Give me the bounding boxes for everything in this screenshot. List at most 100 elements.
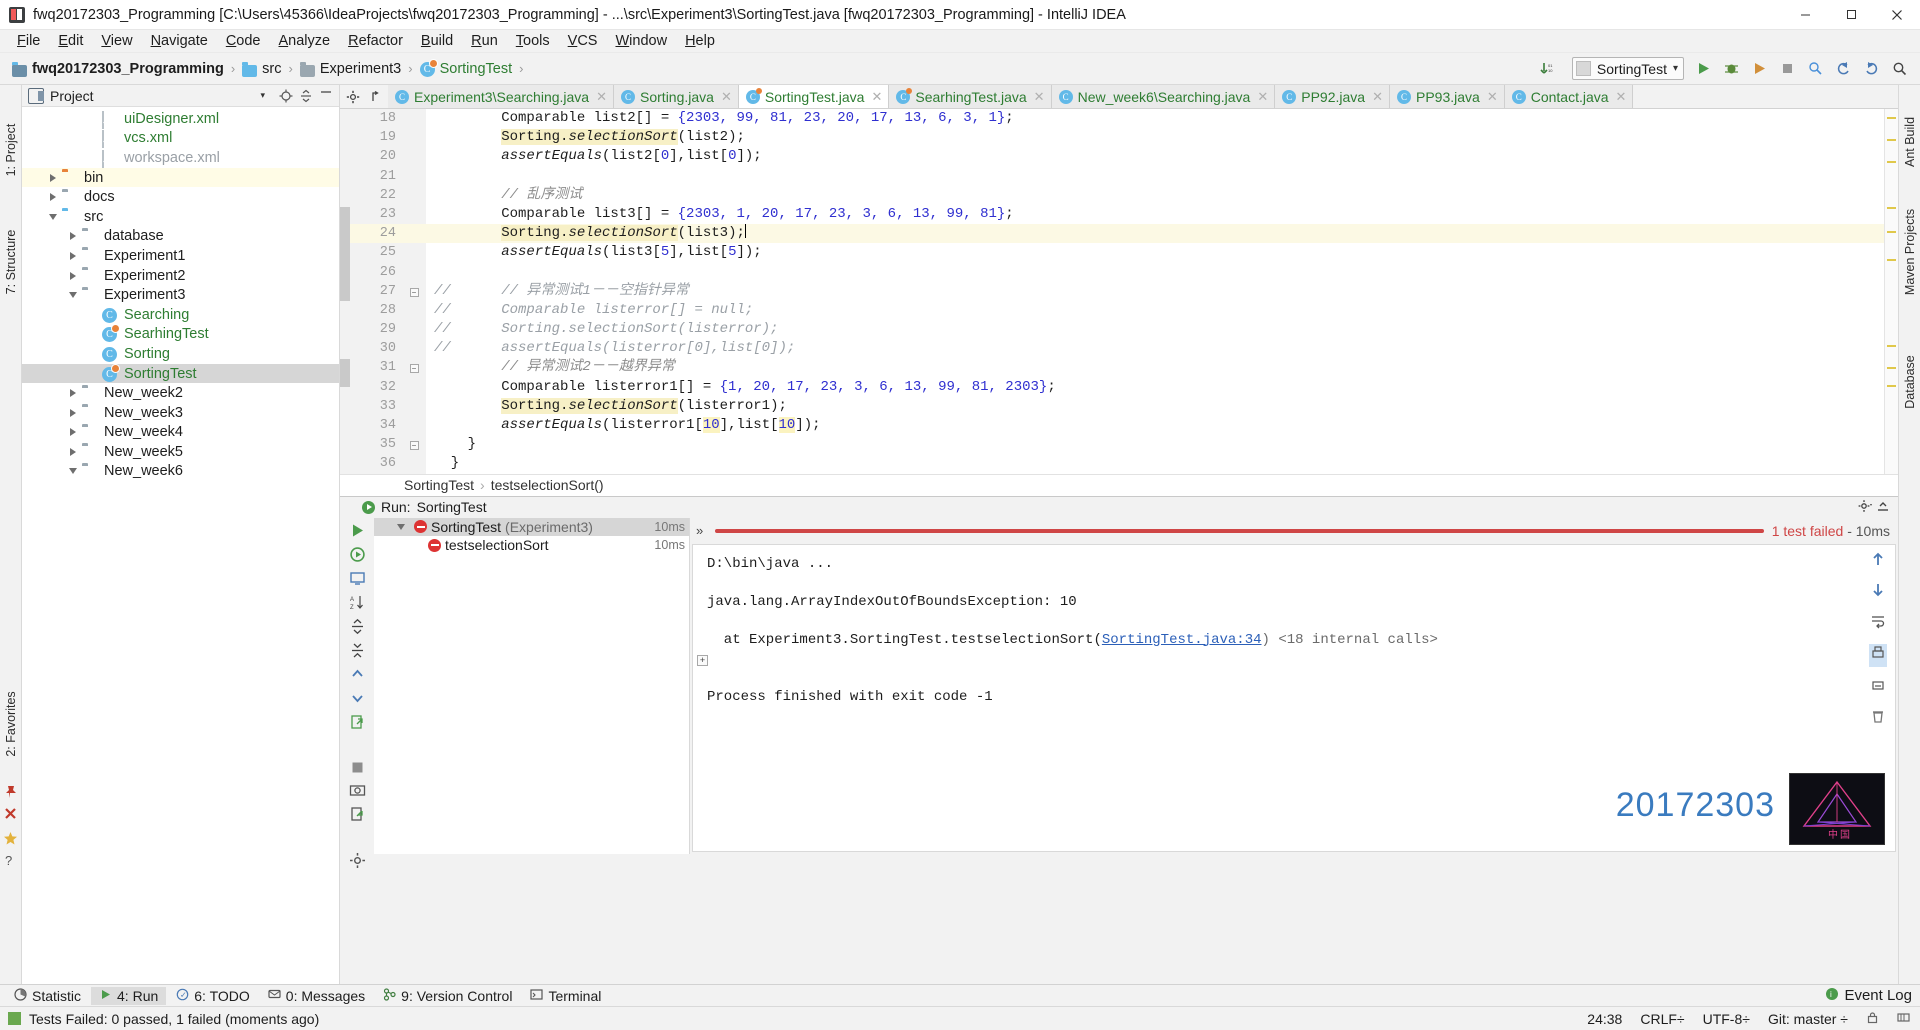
search-everywhere-icon[interactable] (1886, 56, 1912, 82)
tool-strip-favorites[interactable]: 2: Favorites (4, 691, 18, 756)
maximize-button[interactable] (1828, 0, 1874, 30)
editor-breadcrumb[interactable]: SortingTest › testselectionSort() (340, 473, 1898, 496)
code-line[interactable]: // assertEquals(listerror[0],list[0]); (426, 339, 1884, 358)
menu-item-view[interactable]: View (92, 31, 141, 51)
close-x-icon[interactable] (4, 807, 17, 824)
minimize-button[interactable] (1782, 0, 1828, 30)
tree-item-experiment3[interactable]: Experiment3 (22, 285, 339, 305)
menu-item-analyze[interactable]: Analyze (270, 31, 340, 51)
chevron-right-icon[interactable] (44, 193, 62, 202)
tree-item-new-week3[interactable]: New_week3 (22, 403, 339, 423)
code-line[interactable]: Sorting.selectionSort(list3); (426, 224, 1884, 244)
editor-tab-contact-java[interactable]: C Contact.java ✕ (1504, 85, 1634, 108)
editor-tab-sortingtest-java[interactable]: C SortingTest.java ✕ (738, 85, 890, 108)
git-branch[interactable]: Git: master ÷ (1768, 1011, 1848, 1027)
close-tab-icon[interactable]: ✕ (871, 89, 882, 105)
event-log-label[interactable]: Event Log (1844, 987, 1912, 1004)
breadcrumb-item-2[interactable]: Experiment3 (298, 60, 403, 78)
tree-item-vcs-xml[interactable]: vcs.xml (22, 129, 339, 149)
fold-region-toggle[interactable]: − (402, 435, 426, 454)
breadcrumb-class[interactable]: SortingTest (404, 477, 474, 493)
tool-window-button-6--todo[interactable]: ✓ 6: TODO (168, 987, 258, 1005)
code-line[interactable]: Sorting.selectionSort(list2); (426, 128, 1884, 147)
next-failed-test-icon[interactable] (346, 690, 368, 707)
editor-code[interactable]: Comparable list2[] = {2303, 99, 81, 23, … (426, 109, 1884, 474)
close-tab-icon[interactable]: ✕ (721, 89, 732, 105)
editor-tab-pp92-java[interactable]: C PP92.java ✕ (1275, 85, 1390, 108)
breadcrumb-item-0[interactable]: fwq20172303_Programming (10, 60, 226, 78)
inspect-code-button[interactable] (1802, 56, 1828, 82)
close-tab-icon[interactable]: ✕ (1616, 89, 1627, 105)
tree-item-new-week4[interactable]: New_week4 (22, 423, 339, 443)
chevron-down-icon[interactable] (44, 213, 62, 220)
editor-tab-sorting-java[interactable]: C Sorting.java ✕ (614, 85, 739, 108)
chevron-right-icon[interactable] (64, 389, 82, 398)
menu-item-edit[interactable]: Edit (49, 31, 92, 51)
soft-wrap-icon[interactable] (1870, 613, 1886, 634)
collapse-all-icon[interactable] (346, 642, 368, 659)
code-line[interactable]: // 乱序测试 (426, 186, 1884, 205)
breadcrumb-item-3[interactable]: C SortingTest (418, 60, 515, 78)
toggle-auto-test-icon[interactable] (346, 570, 368, 587)
star-icon[interactable] (3, 831, 18, 850)
editor-tab-new-week6-searching-java[interactable]: C New_week6\Searching.java ✕ (1051, 85, 1276, 108)
editor-tab-pp93-java[interactable]: C PP93.java ✕ (1389, 85, 1505, 108)
code-line[interactable]: assertEquals(list3[5],list[5]); (426, 243, 1884, 262)
tool-window-button-4--run[interactable]: 4: Run (91, 986, 167, 1005)
tool-strip-project[interactable]: 1: Project (4, 124, 18, 177)
tree-item-searhingtest[interactable]: C SearhingTest (22, 325, 339, 345)
close-tab-icon[interactable]: ✕ (1487, 89, 1498, 105)
forward-button[interactable] (1858, 56, 1884, 82)
code-line[interactable]: Comparable list2[] = {2303, 99, 81, 23, … (426, 109, 1884, 128)
editor-tab-searhingtest-java[interactable]: C SearhingTest.java ✕ (889, 85, 1052, 108)
collapse-all-icon[interactable] (297, 87, 315, 105)
gear-icon[interactable] (343, 87, 363, 107)
settings-gear-icon[interactable] (1858, 499, 1872, 516)
tree-item-bin[interactable]: bin (22, 167, 339, 188)
tree-item-database[interactable]: database (22, 227, 339, 247)
menu-item-window[interactable]: Window (606, 31, 676, 51)
code-line[interactable]: assertEquals(listerror1[10],list[10]); (426, 416, 1884, 435)
code-line[interactable]: Comparable listerror1[] = {1, 20, 17, 23… (426, 378, 1884, 397)
camera-icon[interactable] (346, 782, 368, 799)
code-line[interactable] (426, 263, 1884, 282)
code-line[interactable]: // // 异常测试1－－空指针异常 (426, 282, 1884, 301)
sort-alphabetically-icon[interactable]: AZ (346, 594, 368, 611)
code-line[interactable]: } (426, 435, 1884, 454)
chevron-down-icon[interactable]: ▾ (250, 90, 275, 101)
fold-region-toggle[interactable]: − (402, 282, 426, 301)
hide-panel-icon[interactable] (1876, 499, 1890, 516)
tool-strip-maven[interactable]: Maven Projects (1903, 209, 1917, 295)
tree-item-sorting[interactable]: C Sorting (22, 344, 339, 364)
help-icon[interactable]: ? (5, 853, 12, 868)
chevron-right-icon[interactable] (64, 428, 82, 437)
project-tree[interactable]: uiDesigner.xml vcs.xml workspace.xml bin doc… (22, 107, 339, 984)
tool-window-button-0--messages[interactable]: 0: Messages (260, 987, 373, 1005)
chevron-right-icon[interactable] (64, 408, 82, 417)
tool-strip-ant-build[interactable]: Ant Build (1903, 117, 1917, 167)
print-settings-icon[interactable] (1870, 677, 1886, 698)
chevron-right-icon[interactable] (44, 173, 62, 182)
menu-item-vcs[interactable]: VCS (559, 31, 607, 51)
print-icon[interactable] (1869, 643, 1887, 667)
close-tab-icon[interactable]: ✕ (1257, 89, 1268, 105)
file-encoding[interactable]: UTF-8÷ (1703, 1011, 1750, 1027)
chevron-down-icon[interactable] (64, 468, 82, 475)
tool-window-button-terminal[interactable]: Terminal (522, 987, 609, 1005)
menu-item-build[interactable]: Build (412, 31, 462, 51)
more-icon[interactable]: » (692, 523, 707, 538)
tree-item-experiment1[interactable]: Experiment1 (22, 246, 339, 266)
stop-test-icon[interactable] (346, 760, 368, 775)
menu-item-help[interactable]: Help (676, 31, 724, 51)
tree-item-new-week5[interactable]: New_week5 (22, 442, 339, 462)
scroll-from-source-icon[interactable] (277, 87, 295, 105)
test-tree-item-testselectionsort[interactable]: testselectionSort 10ms (374, 536, 689, 555)
rerun-icon[interactable] (346, 522, 368, 539)
tool-strip-database[interactable]: Database (1903, 355, 1917, 409)
editor-marker-bar[interactable] (1884, 109, 1898, 474)
code-line[interactable]: // 异常测试2－－越界异常 (426, 358, 1884, 377)
menu-item-tools[interactable]: Tools (507, 31, 559, 51)
stacktrace-link[interactable]: SortingTest.java:34 (1102, 632, 1262, 648)
run-button[interactable] (1690, 56, 1716, 82)
settings-icon[interactable] (346, 852, 368, 869)
